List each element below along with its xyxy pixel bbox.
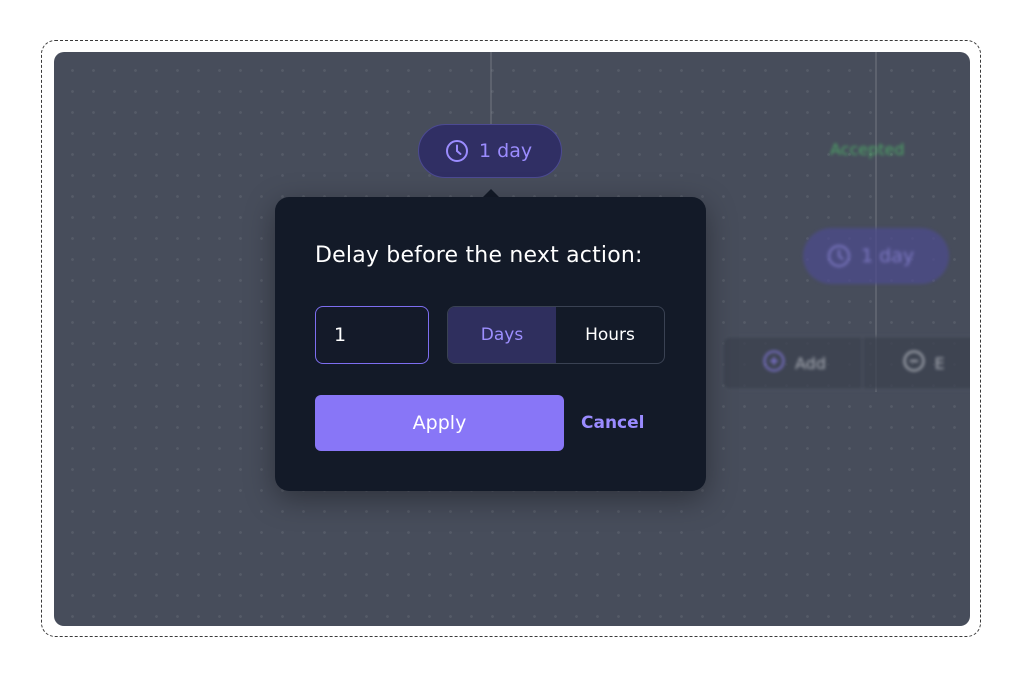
unit-option-hours[interactable]: Hours bbox=[556, 307, 664, 363]
add-step-label: Add bbox=[795, 353, 826, 373]
clock-icon bbox=[827, 244, 851, 268]
workflow-canvas[interactable]: 1 day Accepted 1 day Add E Delay before … bbox=[54, 52, 970, 626]
end-step-button[interactable]: E bbox=[861, 337, 971, 389]
unit-option-days[interactable]: Days bbox=[448, 307, 556, 363]
delay-unit-toggle: Days Hours bbox=[447, 306, 665, 364]
delay-popover: Delay before the next action: Days Hours… bbox=[275, 197, 706, 491]
right-delay-pill[interactable]: 1 day bbox=[803, 228, 949, 284]
apply-button[interactable]: Apply bbox=[315, 395, 564, 451]
connector-line-top bbox=[490, 52, 492, 124]
top-delay-pill[interactable]: 1 day bbox=[418, 124, 562, 178]
delay-amount-input[interactable] bbox=[315, 306, 429, 364]
popover-title: Delay before the next action: bbox=[315, 243, 643, 268]
clock-icon bbox=[445, 139, 469, 163]
right-delay-label: 1 day bbox=[861, 245, 915, 267]
add-step-button[interactable]: Add bbox=[723, 337, 862, 389]
minus-circle-icon bbox=[903, 350, 925, 376]
accepted-status-label: Accepted bbox=[830, 140, 905, 159]
end-step-label: E bbox=[934, 353, 945, 373]
step-action-bar: Add E bbox=[722, 336, 970, 390]
top-delay-label: 1 day bbox=[479, 140, 533, 162]
cancel-button[interactable]: Cancel bbox=[581, 413, 644, 433]
plus-circle-icon bbox=[763, 350, 785, 376]
